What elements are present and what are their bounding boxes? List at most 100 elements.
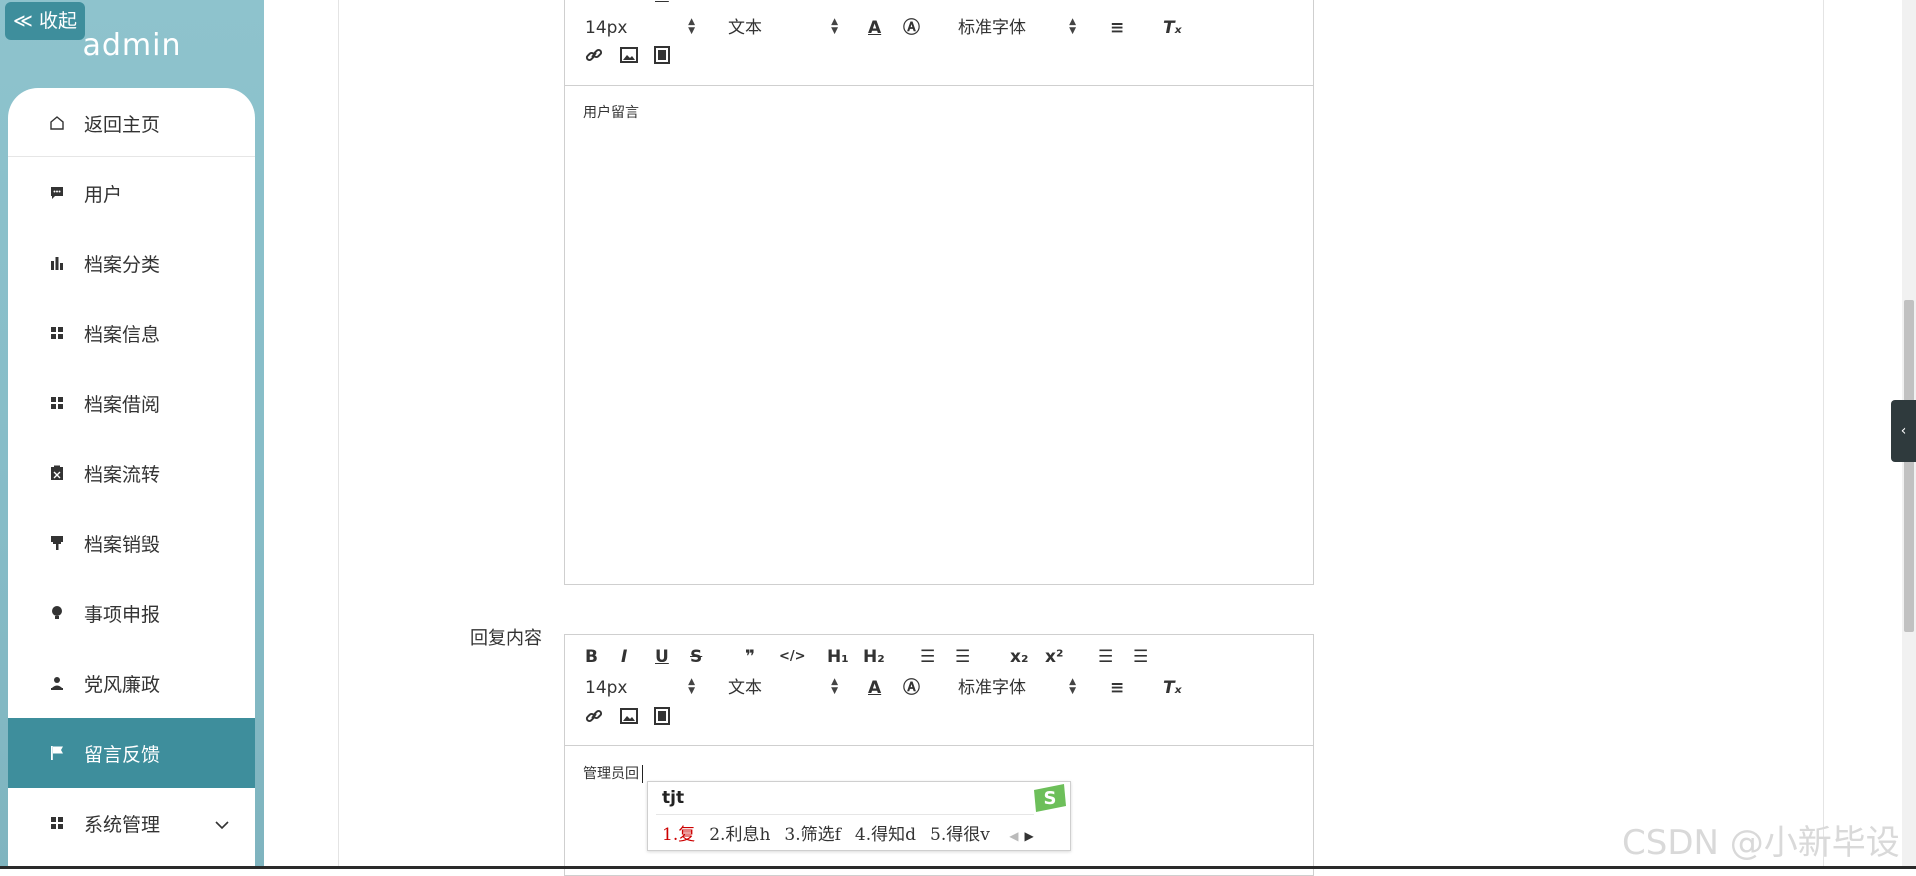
clear-format-icon[interactable]: Tₓ bbox=[1163, 676, 1182, 700]
subscript-button[interactable]: x₂ bbox=[1010, 0, 1028, 7]
font-family-select[interactable]: 标准字体 ▲ ▼ bbox=[958, 676, 1076, 700]
block-type-select[interactable]: 文本 ▲ ▼ bbox=[728, 676, 838, 700]
side-panel-toggle[interactable]: ‹ bbox=[1891, 400, 1916, 462]
highlight-icon[interactable]: Ⓐ bbox=[903, 676, 920, 700]
image-icon[interactable] bbox=[620, 707, 638, 731]
outdent-icon[interactable]: ☰ bbox=[1098, 645, 1113, 669]
h1-button[interactable]: H₁ bbox=[827, 0, 849, 7]
sidebar-item-integrity[interactable]: 党风廉政 bbox=[8, 648, 255, 718]
sidebar-item-archive-info[interactable]: 档案信息 bbox=[8, 298, 255, 368]
font-size-value: 14px bbox=[585, 678, 628, 698]
flag-icon bbox=[48, 744, 66, 762]
indent-icon[interactable]: ☰ bbox=[1133, 0, 1148, 7]
sidebar-item-label: 党风廉政 bbox=[84, 673, 161, 696]
block-type-select[interactable]: 文本 ▲ ▼ bbox=[728, 16, 838, 40]
divider bbox=[656, 814, 1034, 815]
strike-button[interactable]: S bbox=[690, 645, 702, 669]
align-icon[interactable]: ≡ bbox=[1110, 16, 1124, 40]
highlight-icon[interactable]: Ⓐ bbox=[903, 16, 920, 40]
ime-candidate[interactable]: 3.筛选f bbox=[784, 825, 841, 845]
italic-button[interactable]: I bbox=[621, 0, 627, 7]
strike-button[interactable]: S bbox=[690, 0, 702, 7]
superscript-button[interactable]: x² bbox=[1045, 645, 1063, 669]
ime-candidate-window: tjt S 1.复 2.利息h 3.筛选f 4.得知d 5.得很v ◀ ▶ bbox=[647, 781, 1071, 851]
sidebar-item-archive-transfer[interactable]: 档案流转 bbox=[8, 438, 255, 508]
ime-candidate[interactable]: 2.利息h bbox=[709, 825, 770, 845]
code-icon[interactable]: </> bbox=[779, 0, 806, 7]
sidebar-item-archive-destroy[interactable]: 档案销毁 bbox=[8, 508, 255, 578]
collapse-button[interactable]: ≪ 收起 bbox=[5, 2, 85, 40]
code-icon[interactable]: </> bbox=[779, 645, 806, 669]
h1-button[interactable]: H₁ bbox=[827, 645, 849, 669]
font-size-value: 14px bbox=[585, 18, 628, 38]
font-family-select[interactable]: 标准字体 ▲ ▼ bbox=[958, 16, 1076, 40]
reply-label: 回复内容 bbox=[470, 628, 542, 649]
content-border-right bbox=[1823, 0, 1824, 869]
ime-prev-icon[interactable]: ◀ bbox=[1009, 829, 1018, 843]
svg-text:S: S bbox=[1044, 788, 1057, 809]
message-content[interactable]: 用户留言 bbox=[583, 102, 639, 122]
sidebar-item-label: 档案分类 bbox=[84, 253, 161, 276]
editor-toolbar: B I U S ❞ </> H₁ H₂ ☰ ☰ x₂ x² ☰ ☰ 14px ▲… bbox=[565, 0, 1313, 86]
video-icon[interactable] bbox=[654, 707, 670, 731]
underline-button[interactable]: U bbox=[655, 0, 669, 7]
underline-button[interactable]: U bbox=[655, 645, 669, 669]
scrollbar-thumb[interactable] bbox=[1904, 300, 1914, 632]
sidebar-item-label: 档案销毁 bbox=[84, 533, 161, 556]
sidebar-item-users[interactable]: 用户 bbox=[8, 158, 255, 228]
font-color-button[interactable]: A bbox=[868, 676, 881, 700]
sidebar-item-label: 返回主页 bbox=[84, 113, 161, 136]
sidebar-item-label: 留言反馈 bbox=[84, 743, 161, 766]
sidebar-item-label: 档案流转 bbox=[84, 463, 161, 486]
sidebar-item-item-report[interactable]: 事项申报 bbox=[8, 578, 255, 648]
sidebar-item-system[interactable]: 系统管理 bbox=[8, 788, 255, 858]
ime-input-text: tjt bbox=[662, 788, 685, 808]
ordered-list-icon[interactable]: ☰ bbox=[920, 0, 935, 7]
quote-icon[interactable]: ❞ bbox=[745, 645, 755, 669]
content-border-left bbox=[338, 0, 339, 869]
sidebar-item-feedback[interactable]: 留言反馈 bbox=[8, 718, 255, 788]
ime-candidate[interactable]: 1.复 bbox=[662, 825, 695, 845]
h2-button[interactable]: H₂ bbox=[863, 645, 885, 669]
reply-text: 管理员回 bbox=[583, 766, 639, 782]
reply-content[interactable]: 管理员回 bbox=[583, 763, 643, 783]
sidebar-item-label: 档案借阅 bbox=[84, 393, 161, 416]
outdent-icon[interactable]: ☰ bbox=[1098, 0, 1113, 7]
ime-candidate[interactable]: 5.得很v bbox=[930, 825, 990, 845]
clear-format-icon[interactable]: Tₓ bbox=[1163, 16, 1182, 40]
ordered-list-icon[interactable]: ☰ bbox=[920, 645, 935, 669]
sidebar-item-archive-category[interactable]: 档案分类 bbox=[8, 228, 255, 298]
bold-button[interactable]: B bbox=[585, 0, 598, 7]
font-color-button[interactable]: A bbox=[868, 16, 881, 40]
sidebar-item-archive-borrow[interactable]: 档案借阅 bbox=[8, 368, 255, 438]
link-icon[interactable] bbox=[585, 707, 603, 731]
italic-button[interactable]: I bbox=[621, 645, 627, 669]
select-arrows-icon: ▲ ▼ bbox=[831, 677, 838, 696]
select-arrows-icon: ▲ ▼ bbox=[1069, 677, 1076, 696]
font-size-select[interactable]: 14px ▲ ▼ bbox=[585, 676, 695, 700]
bullet-list-icon[interactable]: ☰ bbox=[955, 0, 970, 7]
bold-button[interactable]: B bbox=[585, 645, 598, 669]
divider bbox=[8, 156, 255, 157]
sidebar-item-home[interactable]: 返回主页 bbox=[8, 88, 255, 158]
grid-icon bbox=[48, 324, 66, 342]
video-icon[interactable] bbox=[654, 46, 670, 70]
subscript-button[interactable]: x₂ bbox=[1010, 645, 1028, 669]
chevron-left-icon: ‹ bbox=[1900, 423, 1907, 439]
ime-candidate[interactable]: 4.得知d bbox=[855, 825, 916, 845]
indent-icon[interactable]: ☰ bbox=[1133, 645, 1148, 669]
align-icon[interactable]: ≡ bbox=[1110, 676, 1124, 700]
brush-icon bbox=[48, 534, 66, 552]
chevron-down-icon[interactable] bbox=[215, 813, 229, 830]
superscript-button[interactable]: x² bbox=[1045, 0, 1063, 7]
quote-icon[interactable]: ❞ bbox=[745, 0, 755, 7]
font-size-select[interactable]: 14px ▲ ▼ bbox=[585, 16, 695, 40]
sidebar-item-label: 档案信息 bbox=[84, 323, 161, 346]
image-icon[interactable] bbox=[620, 46, 638, 70]
editor-toolbar: B I U S ❞ </> H₁ H₂ ☰ ☰ x₂ x² ☰ ☰ 14px ▲… bbox=[565, 635, 1313, 746]
ime-next-icon[interactable]: ▶ bbox=[1025, 829, 1034, 843]
select-arrows-icon: ▲ ▼ bbox=[688, 677, 695, 696]
link-icon[interactable] bbox=[585, 46, 603, 70]
h2-button[interactable]: H₂ bbox=[863, 0, 885, 7]
bullet-list-icon[interactable]: ☰ bbox=[955, 645, 970, 669]
